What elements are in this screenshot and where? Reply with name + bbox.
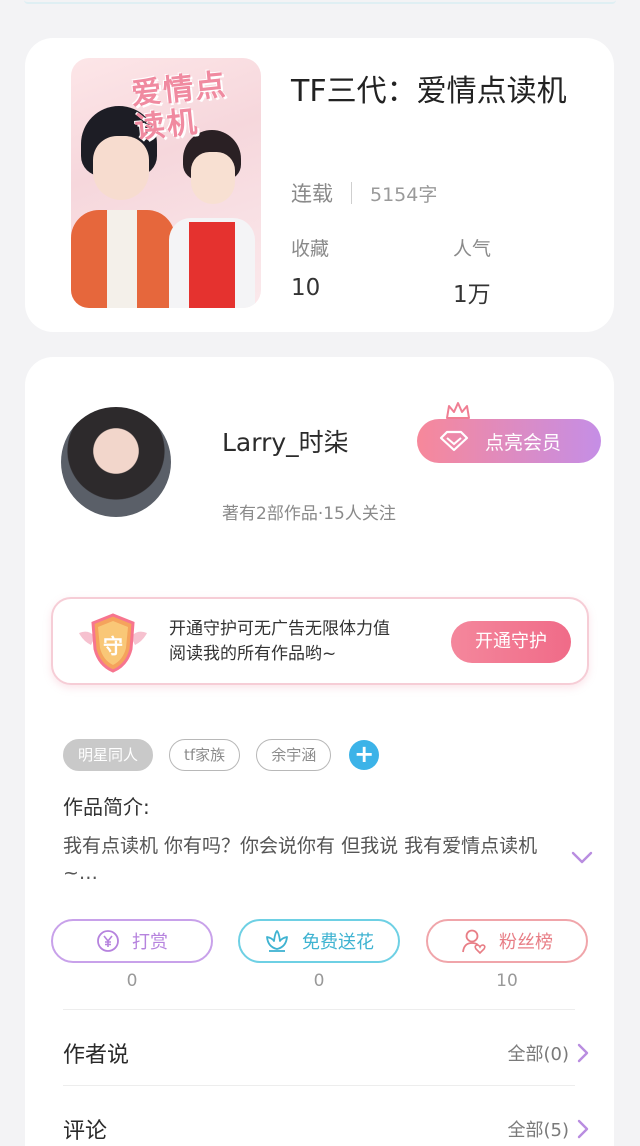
- comments-title: 评论: [63, 1119, 108, 1144]
- author-says-row[interactable]: 作者说 全部(0): [63, 1033, 589, 1073]
- open-guard-button[interactable]: 开通守护: [451, 621, 571, 663]
- vip-button[interactable]: 点亮会员: [417, 419, 601, 463]
- flower-count: 0: [313, 971, 325, 991]
- add-tag-icon[interactable]: +: [349, 740, 380, 770]
- tag-item[interactable]: 余宇涵: [256, 739, 332, 771]
- popularity-value: 1万: [453, 282, 491, 308]
- comments-link[interactable]: 全部(5): [508, 1116, 590, 1142]
- reward-label: 打赏: [132, 932, 168, 953]
- author-says-link[interactable]: 全部(0): [508, 1040, 590, 1066]
- fan-ranking-button[interactable]: 粉丝榜: [426, 919, 588, 963]
- book-status: 连载: [291, 182, 333, 206]
- author-name[interactable]: Larry_时柒: [222, 423, 349, 459]
- guard-text-line2: 阅读我的所有作品哟~: [169, 644, 337, 664]
- meta-divider: [351, 182, 352, 204]
- divider: [63, 1085, 575, 1086]
- diamond-icon: [439, 430, 469, 452]
- chevron-right-icon: [577, 1043, 589, 1063]
- send-flower-button[interactable]: 免费送花: [238, 919, 400, 963]
- guard-text: 开通守护可无广告无限体力值 阅读我的所有作品哟~: [169, 617, 390, 667]
- popularity-label: 人气: [453, 238, 492, 260]
- favorites-stat: 收藏 10: [291, 234, 329, 301]
- book-title: TF三代：爱情点读机: [291, 74, 567, 109]
- divider: [63, 1009, 575, 1010]
- chevron-down-icon[interactable]: [571, 851, 593, 865]
- intro-heading: 作品简介:: [63, 795, 150, 819]
- guard-shield-char: 守: [103, 634, 123, 658]
- chevron-right-icon: [577, 1119, 589, 1139]
- reward-count: 0: [126, 971, 138, 991]
- fans-icon: [462, 929, 486, 954]
- guard-shield-icon: 守: [79, 613, 147, 673]
- yen-icon: [97, 930, 119, 952]
- fan-ranking-label: 粉丝榜: [499, 932, 553, 953]
- comments-row[interactable]: 评论 全部(5): [63, 1109, 589, 1146]
- reward-button[interactable]: 打赏: [51, 919, 213, 963]
- cover-figure-right: [163, 130, 261, 308]
- author-avatar[interactable]: [61, 407, 171, 517]
- author-card: Larry_时柒 著有2部作品·15人关注 点亮会员 守 开通守护可无广告无限体…: [25, 357, 614, 1146]
- guard-banner: 守 开通守护可无广告无限体力值 阅读我的所有作品哟~ 开通守护: [51, 597, 589, 685]
- top-strip: [24, 0, 616, 4]
- tag-item[interactable]: 明星同人: [63, 739, 154, 771]
- cover-title-art: 爱情点读机: [129, 67, 229, 147]
- vip-label: 点亮会员: [485, 431, 562, 454]
- intro-text: 我有点读机 你有吗？你会说你有 但我说 我有爱情点读机~…: [63, 835, 538, 884]
- author-subtitle: 著有2部作品·15人关注: [222, 504, 396, 524]
- author-says-title: 作者说: [63, 1043, 130, 1068]
- tag-item[interactable]: tf家族: [169, 739, 241, 771]
- comments-count: 全部(5): [507, 1120, 570, 1141]
- book-meta: 连载 5154字: [291, 178, 437, 208]
- flower-icon: [266, 930, 288, 952]
- author-says-count: 全部(0): [507, 1044, 570, 1065]
- favorites-label: 收藏: [291, 238, 330, 260]
- fans-count: 10: [496, 971, 518, 991]
- book-cover[interactable]: 爱情点读机: [71, 58, 261, 308]
- guard-text-line1: 开通守护可无广告无限体力值: [169, 619, 390, 639]
- popularity-stat: 人气 1万: [453, 234, 491, 309]
- send-flower-label: 免费送花: [302, 932, 374, 953]
- tag-list: 明星同人 tf家族 余宇涵 +: [63, 739, 380, 771]
- crown-icon: [446, 402, 470, 419]
- favorites-value: 10: [291, 275, 321, 301]
- word-count: 5154字: [370, 183, 438, 206]
- book-info-card: 爱情点读机 TF三代：爱情点读机 连载 5154字 收藏 10 人气 1万: [25, 38, 614, 332]
